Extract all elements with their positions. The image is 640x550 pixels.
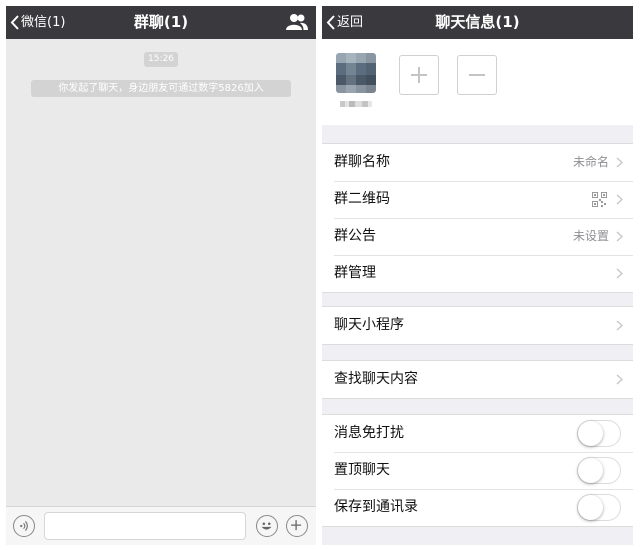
row-label: 查找聊天内容 <box>334 371 418 387</box>
back-label: 微信(1) <box>21 15 66 30</box>
settings-group-search: 查找聊天内容 <box>322 360 633 399</box>
message-timestamp: 15:26 <box>144 52 178 67</box>
voice-icon[interactable] <box>13 515 35 537</box>
mute-toggle[interactable] <box>577 420 621 447</box>
chevron-right-icon <box>616 194 623 205</box>
avatar[interactable] <box>336 53 376 93</box>
settings-group-mini-programs: 聊天小程序 <box>322 306 633 345</box>
chat-nav-bar: 微信(1) 群聊(1) <box>6 6 316 39</box>
row-group-qrcode[interactable]: 群二维码 <box>322 181 633 218</box>
row-chat-mini-programs[interactable]: 聊天小程序 <box>322 307 633 344</box>
back-button[interactable]: 微信(1) <box>10 6 65 39</box>
info-nav-bar: 返回 聊天信息(1) <box>322 6 633 39</box>
toggle-knob <box>578 495 603 520</box>
chevron-left-icon <box>10 15 19 30</box>
system-message: 你发起了聊天，身边朋友可通过数字5826加入 <box>31 80 291 97</box>
row-group-management[interactable]: 群管理 <box>322 255 633 292</box>
add-member-button[interactable] <box>399 55 439 95</box>
message-input[interactable] <box>44 512 246 540</box>
row-label: 群聊名称 <box>334 154 390 170</box>
row-group-announcement[interactable]: 群公告 未设置 <box>322 218 633 255</box>
chat-input-bar <box>6 506 316 545</box>
toggle-knob <box>578 458 603 483</box>
back-button[interactable]: 返回 <box>326 6 363 39</box>
back-label: 返回 <box>337 15 364 30</box>
row-label: 保存到通讯录 <box>334 499 418 515</box>
member-grid <box>322 39 633 125</box>
pin-toggle[interactable] <box>577 457 621 484</box>
save-contacts-toggle[interactable] <box>577 494 621 521</box>
row-label: 消息免打扰 <box>334 425 404 441</box>
settings-group-info: 群聊名称 未命名 群二维码 群公告 未设置 群管理 <box>322 143 633 293</box>
row-label: 群公告 <box>334 228 376 244</box>
chevron-right-icon <box>616 157 623 168</box>
chat-info-screen: 返回 聊天信息(1) 群聊名称 未命名 群二维码 群公告 未设置 群管理 聊天小… <box>322 6 633 545</box>
group-members-icon[interactable] <box>286 13 308 31</box>
row-label: 置顶聊天 <box>334 462 390 478</box>
chevron-left-icon <box>326 15 335 30</box>
info-title: 聊天信息(1) <box>435 13 520 31</box>
row-value: 未设置 <box>572 229 609 243</box>
row-group-name[interactable]: 群聊名称 未命名 <box>322 144 633 181</box>
member-name-blurred <box>340 101 372 107</box>
chevron-right-icon <box>616 268 623 279</box>
emoji-icon[interactable] <box>256 515 278 537</box>
row-pin-chat: 置顶聊天 <box>322 452 633 489</box>
row-label: 群二维码 <box>334 191 390 207</box>
row-value: 未命名 <box>572 155 609 169</box>
toggle-knob <box>578 421 603 446</box>
row-search-chat-content[interactable]: 查找聊天内容 <box>322 361 633 398</box>
chevron-right-icon <box>616 320 623 331</box>
row-label: 聊天小程序 <box>334 317 404 333</box>
chat-screen: 微信(1) 群聊(1) 15:26 你发起了聊天，身边朋友可通过数字5826加入 <box>6 6 316 545</box>
chevron-right-icon <box>616 374 623 385</box>
chevron-right-icon <box>616 231 623 242</box>
row-save-to-contacts: 保存到通讯录 <box>322 489 633 526</box>
qr-code-icon <box>592 192 607 207</box>
row-mute-notifications: 消息免打扰 <box>322 415 633 452</box>
plus-icon[interactable] <box>286 515 308 537</box>
remove-member-button[interactable] <box>457 55 497 95</box>
row-label: 群管理 <box>334 265 376 281</box>
settings-group-toggles: 消息免打扰 置顶聊天 保存到通讯录 <box>322 414 633 527</box>
